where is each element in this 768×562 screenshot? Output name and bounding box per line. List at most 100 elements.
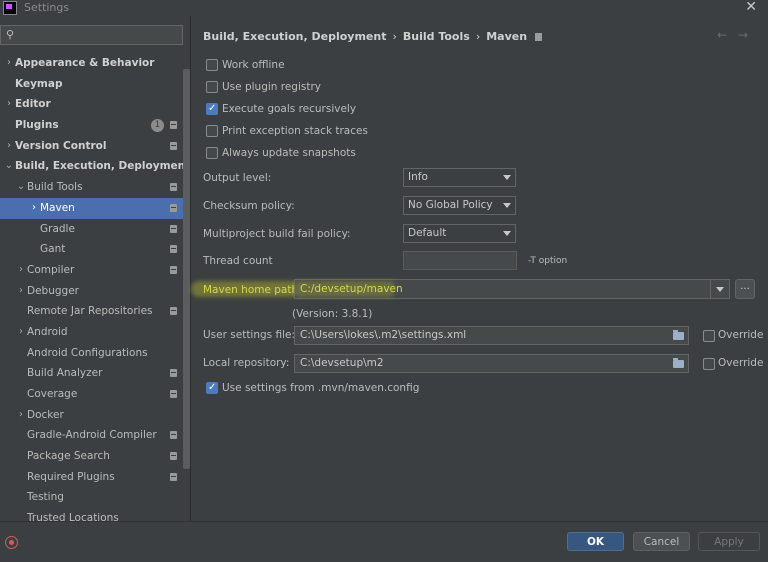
search-icon: ⚲ [6,28,15,41]
maven-settings-panel: Build, Execution, Deployment › Build Tools… [191,16,768,521]
project-level-icon [170,265,177,274]
override-checkbox[interactable] [703,330,715,342]
forward-arrow-icon[interactable]: → [738,28,748,42]
chevron-right-icon[interactable]: › [16,281,26,302]
chevron-right-icon[interactable]: › [4,53,14,74]
browse-button[interactable]: ... [735,279,755,299]
chevron-down-icon[interactable]: ⌄ [16,177,26,198]
back-arrow-icon[interactable]: ← [717,28,727,42]
search-box[interactable]: ⚲ [0,25,183,45]
project-level-icon [170,431,177,440]
close-icon[interactable]: ✕ [745,0,757,15]
project-level-icon [170,390,177,398]
maven-home-label: Maven home path: [203,284,302,296]
thread-count-hint: -T option [528,256,568,266]
sidebar-item[interactable]: › Android [0,322,183,343]
breadcrumb-part: Build, Execution, Deployment [203,30,387,43]
option-label: Use plugin registry [222,81,322,93]
sidebar-item[interactable]: Required Plugins [0,467,183,488]
sidebar-item[interactable]: Build Analyzer [0,363,183,384]
option-label: Print exception stack traces [222,125,368,137]
option-checkbox[interactable] [206,125,218,137]
sidebar-item[interactable]: Remote Jar Repositories [0,301,183,322]
override-label: Override [718,329,764,341]
chevron-right-icon[interactable]: › [29,198,39,219]
use-mvn-config-checkbox[interactable] [206,379,218,397]
settings-sidebar: ⚲ › Appearance & Behavior Keymap › Editor Plu… [0,16,190,521]
sidebar-item[interactable]: ⌄ Build, Execution, Deployment [0,156,190,177]
folder-icon[interactable] [673,358,684,368]
sidebar-item[interactable]: › Version Control [0,136,183,157]
chevron-right-icon[interactable]: › [16,322,26,343]
sidebar-item[interactable]: Package Search [0,446,183,467]
search-input[interactable] [19,27,179,43]
sidebar-item-label: Coverage [27,388,78,400]
sidebar-item[interactable]: › Appearance & Behavior [0,53,183,74]
project-level-icon [170,369,177,378]
chevron-right-icon[interactable]: › [16,260,26,281]
override-checkbox[interactable] [703,358,715,370]
folder-icon[interactable] [673,330,684,340]
user-settings-label: User settings file: [203,329,296,341]
sidebar-item-label: Plugins [15,119,59,132]
chevron-right-icon[interactable]: › [4,136,14,157]
output-level-select[interactable]: Info [403,168,516,187]
sidebar-item[interactable]: › Compiler [0,260,183,281]
ok-button[interactable]: OK [567,532,624,551]
checksum-policy-select[interactable]: No Global Policy [403,196,516,215]
chevron-right-icon[interactable]: › [4,94,14,115]
sidebar-item-label: Android [27,325,68,338]
option-checkbox[interactable] [206,147,218,159]
multiproject-policy-select[interactable]: Default [403,224,516,243]
apply-button[interactable]: Apply [698,532,760,551]
sidebar-item[interactable]: Plugins 1 [0,115,183,136]
option-checkbox[interactable] [206,100,218,118]
sidebar-item[interactable]: Android Configurations [0,343,183,364]
sidebar-item[interactable]: Gradle-Android Compiler [0,425,183,446]
option-checkbox[interactable] [206,59,218,71]
sidebar-item[interactable]: › Debugger [0,281,183,302]
sidebar-item-label: Gant [40,243,66,256]
sidebar-item-label: Trusted Locations [27,512,119,521]
sidebar-item-label: Build, Execution, Deployment [15,160,190,173]
output-level-label: Output level: [203,172,272,184]
dialog-footer: OK Cancel Apply [0,521,768,562]
sidebar-item-label: Appearance & Behavior [15,57,155,69]
sidebar-item-label: Gradle-Android Compiler [27,429,157,442]
maven-home-combobox[interactable]: C:/devsetup/maven [293,279,730,299]
app-icon [3,1,17,15]
checksum-policy-label: Checksum policy: [203,200,295,212]
override-label: Override [718,357,764,369]
local-repo-input[interactable]: C:\devsetup\m2 [294,354,689,373]
sidebar-item[interactable]: › Docker [0,405,183,426]
chevron-down-icon [503,175,511,180]
chevron-down-icon[interactable]: ⌄ [4,156,14,177]
sidebar-item[interactable]: Gant [0,239,183,260]
breadcrumb-part: Maven [486,30,528,43]
select-value: No Global Policy [408,199,493,211]
sidebar-item[interactable]: › Editor [0,94,183,115]
local-repo-value: C:\devsetup\m2 [300,357,384,369]
thread-count-input[interactable] [403,251,517,270]
option-label: Execute goals recursively [222,103,357,115]
user-settings-value: C:\Users\lokes\.m2\settings.xml [300,329,467,341]
option-checkbox[interactable] [206,81,218,93]
maven-home-value: C:/devsetup/maven [300,283,403,295]
sidebar-item[interactable]: Coverage [0,384,183,405]
sidebar-item[interactable]: › Maven [0,197,183,219]
sidebar-item[interactable]: Trusted Locations [0,508,183,521]
chevron-down-icon[interactable] [710,280,729,298]
user-settings-input[interactable]: C:\Users\lokes\.m2\settings.xml [294,326,689,345]
sidebar-scrollbar[interactable] [183,69,190,469]
sidebar-item-label: Keymap [15,77,63,90]
sidebar-item-label: Debugger [27,284,79,297]
update-count-badge: 1 [151,119,164,133]
sidebar-item[interactable]: ⌄ Build Tools [0,177,183,198]
help-icon[interactable] [5,536,18,549]
sidebar-item[interactable]: Testing [0,487,183,508]
chevron-right-icon[interactable]: › [16,405,26,426]
sidebar-item[interactable]: Keymap [0,74,183,95]
title-bar: Settings ✕ [0,0,768,16]
sidebar-item[interactable]: Gradle [0,219,183,240]
cancel-button[interactable]: Cancel [633,532,690,551]
